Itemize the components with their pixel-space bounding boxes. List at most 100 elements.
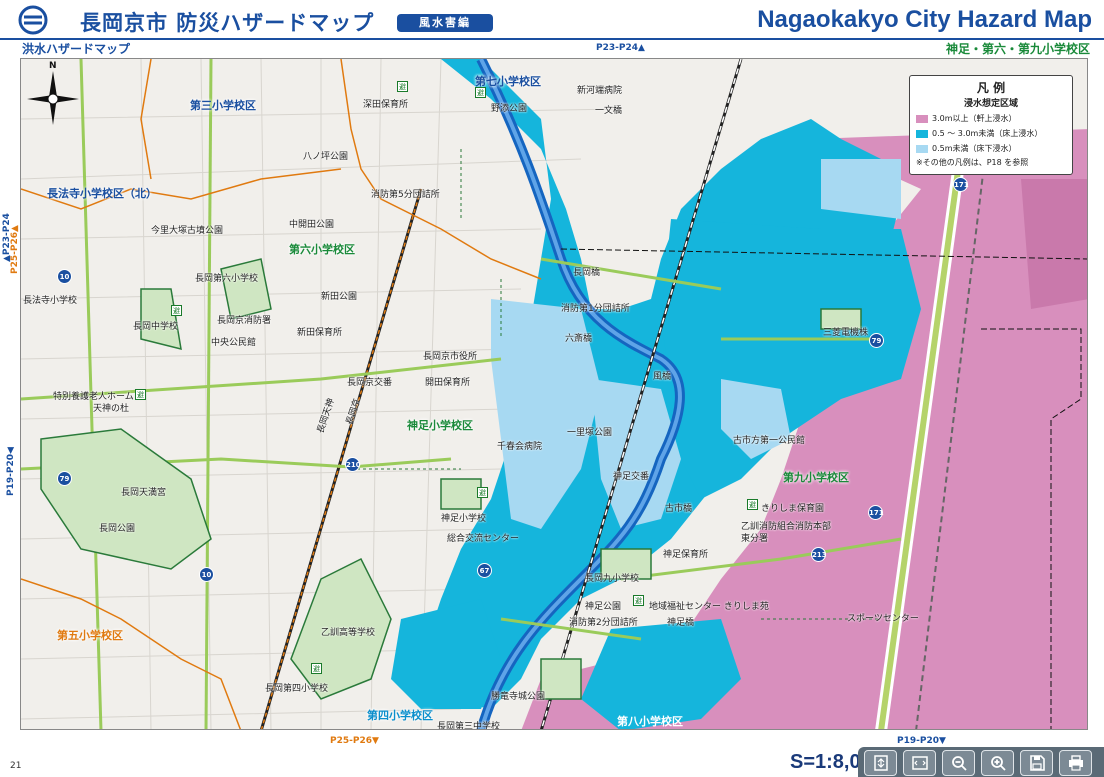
city-logo-icon — [18, 5, 48, 35]
hazard-map-canvas[interactable]: 第七小学校区 第三小学校区 長法寺小学校区（北） 第六小学校区 神足小学校区 第… — [20, 58, 1088, 730]
place-label: 長岡京消防署 — [217, 316, 272, 326]
fit-width-icon — [911, 756, 928, 770]
place-label: 開田保育所 — [425, 378, 471, 388]
place-label: 六斎橋 — [565, 334, 593, 344]
route-shield: 10 — [199, 567, 214, 582]
legend-swatch — [916, 144, 928, 153]
fit-width-button[interactable] — [903, 750, 936, 776]
legend-row-deep: 3.0m以上（軒上浸水） — [916, 111, 1066, 126]
place-label: 地域福祉センター きりしま苑 — [649, 602, 769, 612]
legend-label: 3.0m以上（軒上浸水） — [932, 114, 1017, 123]
place-label: 天神の杜 — [93, 404, 130, 414]
district-label-kotari: 神足小学校区 — [407, 419, 473, 432]
place-label: 東分署 — [741, 534, 769, 544]
shelter-icon[interactable]: 避 — [135, 389, 146, 400]
page-link-left-mid[interactable]: P19-P20◀ — [6, 447, 16, 496]
legend-subtitle: 浸水想定区域 — [963, 99, 1018, 109]
place-label: 八ノ坪公園 — [303, 152, 349, 162]
place-label: 長岡公園 — [99, 524, 136, 534]
district-label-6: 第六小学校区 — [289, 243, 355, 256]
place-label: きりしま保育園 — [761, 504, 825, 514]
shelter-icon[interactable]: 避 — [311, 663, 322, 674]
legend-swatch — [916, 114, 928, 123]
place-label: 長岡第六小学校 — [195, 274, 259, 284]
place-label: 消防第2分団詰所 — [569, 618, 638, 628]
route-shield: 10 — [57, 269, 72, 284]
fit-page-icon — [873, 755, 888, 771]
place-label: 乙訓高等学校 — [321, 628, 376, 638]
edition-badge: 風水害編 — [397, 14, 493, 32]
save-icon — [1029, 755, 1045, 771]
district-label-chohoji: 長法寺小学校区（北） — [47, 187, 157, 200]
place-label: 野添公園 — [491, 104, 528, 114]
place-label: 神足小学校 — [441, 514, 487, 524]
section-title: 洪水ハザードマップ — [22, 42, 131, 56]
footer-bar: 21 S=1:8,000 — [0, 731, 1104, 777]
shelter-icon[interactable]: 避 — [475, 87, 486, 98]
district-label-4: 第四小学校区 — [367, 709, 433, 722]
route-shield: 67 — [477, 563, 492, 578]
route-shield: 171 — [953, 177, 969, 192]
route-shield: 171 — [868, 505, 884, 520]
place-label: 長岡橋 — [573, 268, 601, 278]
place-label: 新河端病院 — [577, 86, 623, 96]
place-label: 長岡京交番 — [347, 378, 393, 388]
district-title: 神足・第六・第九小学校区 — [945, 42, 1090, 56]
print-icon — [1068, 755, 1083, 771]
place-label: 中開田公園 — [289, 220, 335, 230]
viewer-toolbar — [858, 747, 1104, 777]
place-label: 長岡第四小学校 — [265, 684, 329, 694]
district-label-9: 第九小学校区 — [783, 471, 849, 484]
legend-label: 0.5 〜 3.0m未満（床上浸水） — [932, 129, 1043, 138]
page-title: 長岡京市 防災ハザードマップ — [80, 11, 375, 35]
place-label: 古市橋 — [665, 504, 693, 514]
route-shield: 79 — [57, 471, 72, 486]
english-title: Nagaokakyo City Hazard Map — [757, 6, 1092, 33]
place-label: 新田保育所 — [297, 328, 343, 338]
legend-swatch — [916, 129, 928, 138]
district-label-5: 第五小学校区 — [57, 629, 123, 642]
shelter-icon[interactable]: 避 — [171, 305, 182, 316]
place-label: 勝竜寺城公園 — [491, 692, 546, 702]
place-label: 長岡天満宮 — [121, 488, 167, 498]
place-label: 中央公民館 — [211, 338, 257, 348]
place-label: 今里大塚古墳公園 — [151, 226, 224, 236]
header-bar: 長岡京市 防災ハザードマップ 風水害編 Nagaokakyo City Haza… — [0, 0, 1104, 40]
print-button[interactable] — [1059, 750, 1092, 776]
fit-page-button[interactable] — [864, 750, 897, 776]
zoom-out-button[interactable] — [942, 750, 975, 776]
place-label: 新田公園 — [321, 292, 358, 302]
place-label: 一文橋 — [595, 106, 623, 116]
place-label: 消防第1分団詰所 — [561, 304, 630, 314]
place-label: 古市方第一公民館 — [733, 436, 806, 446]
legend-note: ※その他の凡例は、P18 を参照 — [916, 158, 1029, 167]
route-shield: 213 — [811, 547, 827, 562]
shelter-icon[interactable]: 避 — [477, 487, 488, 498]
shelter-icon[interactable]: 避 — [633, 595, 644, 606]
page-number: 21 — [10, 761, 22, 771]
shelter-icon[interactable]: 避 — [397, 81, 408, 92]
shelter-icon[interactable]: 避 — [747, 499, 758, 510]
save-button[interactable] — [1020, 750, 1053, 776]
place-label: 総合交流センター — [447, 534, 520, 544]
place-label: 神足橋 — [667, 618, 695, 628]
district-label-8: 第八小学校区 — [617, 715, 683, 728]
place-label: 神足保育所 — [663, 550, 709, 560]
place-label: 一里塚公園 — [567, 428, 613, 438]
district-label-3: 第三小学校区 — [190, 99, 256, 112]
place-label: 長岡第三中学校 — [437, 722, 501, 730]
legend-label: 0.5m未満（床下浸水） — [932, 144, 1017, 153]
route-shield: 79 — [869, 333, 884, 348]
place-label: スポーツセンター — [847, 614, 919, 624]
place-label: 三菱電機株 — [823, 328, 869, 338]
place-label: 深田保育所 — [363, 100, 409, 110]
place-label: 長岡九小学校 — [585, 574, 640, 584]
zoom-in-button[interactable] — [981, 750, 1014, 776]
map-legend: 凡 例 浸水想定区域 3.0m以上（軒上浸水） 0.5 〜 3.0m未満（床上浸… — [909, 75, 1073, 175]
legend-row-mid: 0.5 〜 3.0m未満（床上浸水） — [916, 126, 1066, 141]
page-link-top[interactable]: P23-P24▲ — [596, 43, 645, 53]
hazard-map-page: 長岡京市 防災ハザードマップ 風水害編 Nagaokakyo City Haza… — [0, 0, 1104, 777]
legend-title: 凡 例 — [976, 81, 1006, 95]
page-link-left-upper2[interactable]: P25-P26▲ — [10, 225, 20, 274]
subheader-bar: 洪水ハザードマップ 神足・第六・第九小学校区 — [0, 40, 1104, 57]
